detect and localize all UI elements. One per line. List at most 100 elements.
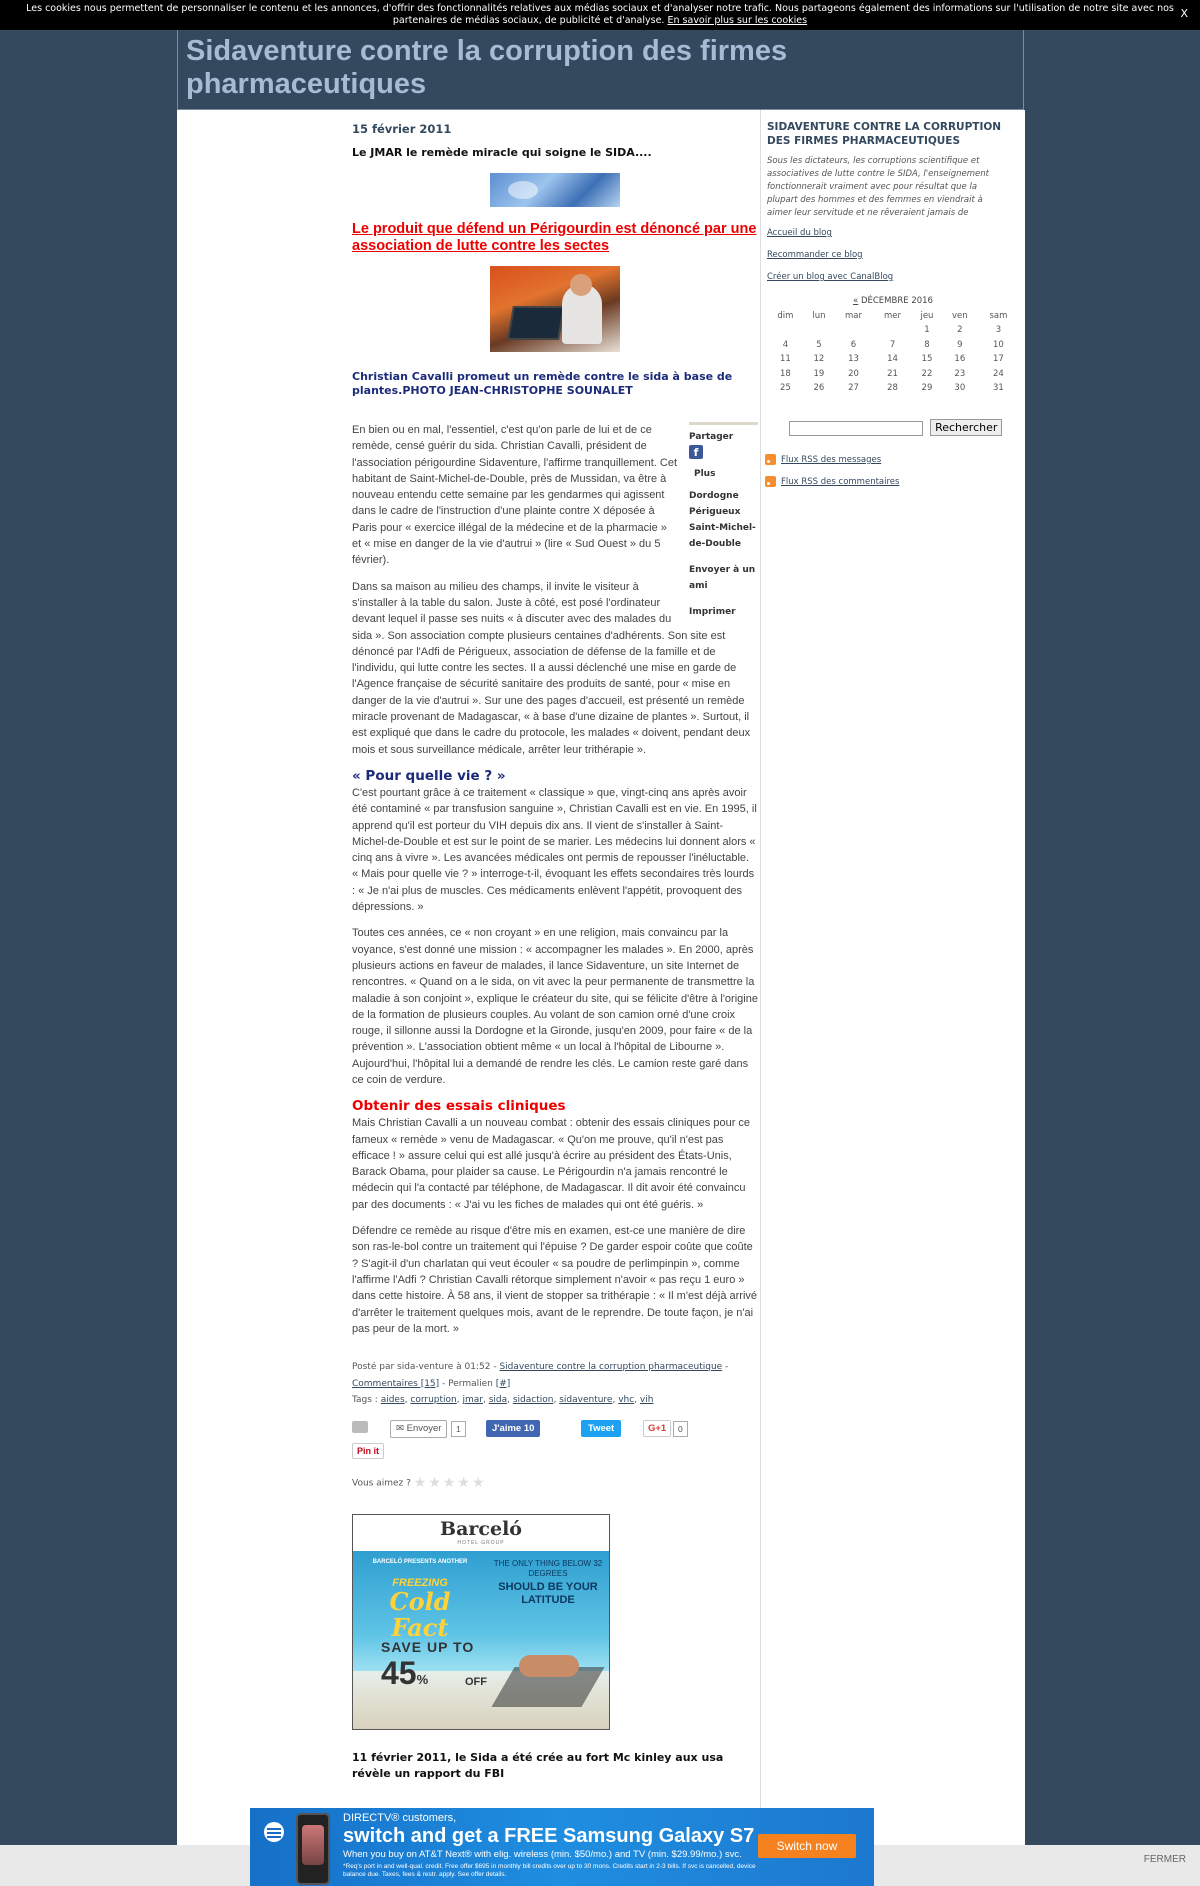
left-column — [177, 110, 337, 1845]
category-link[interactable]: Sidaventure contre la corruption pharmac… — [499, 1362, 722, 1372]
calendar-day — [767, 323, 804, 338]
rating-row: Vous aimez ? ★★★★★ — [352, 1475, 758, 1491]
weekday: jeu — [920, 310, 934, 321]
rss-messages-link[interactable]: Flux RSS des messages — [765, 454, 881, 465]
recommend-link[interactable]: Recommander ce blog — [767, 250, 863, 260]
create-blog-link[interactable]: Créer un blog avec CanalBlog — [767, 272, 893, 282]
home-link[interactable]: Accueil du blog — [767, 228, 832, 238]
photo-head — [570, 274, 592, 296]
comments-link[interactable]: Commentaires [15] — [352, 1379, 439, 1389]
weekday: mer — [884, 310, 902, 321]
share-tag[interactable]: Dordogne — [689, 488, 758, 504]
search-input[interactable] — [789, 420, 923, 436]
calendar-day: 24 — [992, 368, 1004, 379]
calendar-weekdays: dim lun mar mer jeu ven sam — [767, 309, 1019, 324]
cookie-text: Les cookies nous permettent de personnal… — [26, 3, 1174, 26]
facebook-like-button[interactable]: J'aime 10 — [486, 1419, 541, 1437]
google-plus-count: 0 — [673, 1420, 688, 1437]
calendar-day: 29 — [921, 383, 933, 394]
tag-link[interactable]: corruption — [410, 1395, 456, 1405]
photo-computer — [507, 306, 565, 340]
star-rating-icons[interactable]: ★★★★★ — [414, 1475, 487, 1491]
next-post-title[interactable]: 11 février 2011, le Sida a été crée au f… — [352, 1750, 758, 1782]
headline-link[interactable]: Le produit que défend un Périgourdin est… — [352, 221, 758, 255]
switch-now-button[interactable]: Switch now — [758, 1834, 856, 1858]
ad-presents: BARCELÓ PRESENTS ANOTHER — [372, 1558, 468, 1565]
tweet-button[interactable]: Tweet — [581, 1419, 622, 1437]
calendar-day: 31 — [992, 383, 1004, 394]
calendar-day — [804, 323, 834, 338]
email-share-button[interactable]: ✉ Envoyer — [390, 1419, 448, 1438]
calendar-month: DÉCEMBRE 2016 — [858, 296, 933, 307]
calendar-week: 25 26 27 28 29 30 31 — [767, 381, 1019, 396]
calendar-week: 18 19 20 21 22 23 24 — [767, 367, 1019, 382]
meta-separator: - — [722, 1362, 729, 1373]
calendar-day: 15 — [921, 354, 933, 365]
tag-link[interactable]: vhc — [618, 1395, 634, 1405]
calendar-day: 1 — [924, 325, 930, 336]
share-more-link[interactable]: Plus — [689, 466, 758, 482]
tag-link[interactable]: jmar — [462, 1395, 482, 1405]
share-box: Partager f Plus Dordogne Périgueux Saint… — [689, 422, 758, 620]
tag-link[interactable]: sida — [489, 1395, 507, 1405]
photo-caption: Christian Cavalli promeut un remède cont… — [352, 370, 733, 397]
send-friend-link[interactable]: Envoyer à un ami — [689, 562, 758, 594]
calendar-day: 25 — [780, 383, 791, 394]
print-icon[interactable] — [352, 1420, 368, 1433]
ad-sunbather — [519, 1654, 579, 1677]
calendar-week: 11 12 13 14 15 16 17 — [767, 352, 1019, 367]
search-form: Rechercher — [789, 416, 1003, 436]
blog-header: Sidaventure contre la corruption des fir… — [177, 30, 1024, 110]
subheading-essais-cliniques: Obtenir des essais cliniques — [352, 1098, 566, 1115]
phone-image — [296, 1813, 330, 1885]
calendar-day: 4 — [782, 339, 789, 350]
permalink[interactable]: [#] — [496, 1379, 511, 1389]
weekday: dim — [777, 310, 794, 321]
page-container: Sidaventure contre la corruption des fir… — [177, 30, 1025, 1845]
calendar-day: 27 — [848, 383, 859, 394]
close-ad-button[interactable]: FERMER — [1144, 1854, 1186, 1865]
calendar-day: 21 — [887, 368, 898, 379]
print-link[interactable]: Imprimer — [689, 604, 758, 620]
directv-banner-ad[interactable]: DIRECTV® customers, switch and get a FRE… — [250, 1808, 874, 1886]
post-main: 15 février 2011 Le JMAR le remède miracl… — [352, 122, 758, 1782]
calendar-day: 22 — [921, 368, 933, 379]
facebook-icon[interactable]: f — [689, 445, 703, 459]
cookie-close-button[interactable]: X — [1180, 8, 1188, 20]
share-tag[interactable]: Saint-Michel-de-Double — [689, 520, 758, 552]
ad-save-up-to: SAVE UP TO — [381, 1638, 475, 1655]
calendar-day: 26 — [813, 383, 825, 394]
tag-link[interactable]: sidaventure — [559, 1395, 612, 1405]
banner-line-1: DIRECTV® customers, — [343, 1812, 457, 1824]
article-photo — [490, 266, 620, 352]
cookie-more-link[interactable]: En savoir plus sur les cookies — [668, 15, 808, 26]
tag-link[interactable]: aides — [381, 1395, 405, 1405]
calendar-day: 23 — [954, 368, 966, 379]
social-share-row: ✉ Envoyer 1 J'aime 10 Tweet G+1 0 — [352, 1419, 758, 1439]
blog-title[interactable]: Sidaventure contre la corruption des fir… — [186, 35, 946, 101]
ad-tagline-2: SHOULD BE YOUR LATITUDE — [498, 1580, 598, 1606]
ad-percentage-value: 45 — [381, 1654, 417, 1691]
email-share-label: Envoyer — [406, 1422, 442, 1434]
sidebar-title: SIDAVENTURE CONTRE LA CORRUPTION DES FIR… — [767, 121, 1002, 147]
calendar-day: 8 — [924, 339, 930, 350]
pinterest-button[interactable]: Pin it — [352, 1442, 384, 1459]
rss-comments-link[interactable]: Flux RSS des commentaires — [765, 476, 899, 487]
post-date: 15 février 2011 — [352, 122, 452, 136]
tag-link[interactable]: sidaction — [513, 1395, 554, 1405]
calendar-day: 28 — [887, 383, 898, 394]
article-paragraph: Défendre ce remède au risque d'être mis … — [352, 1225, 758, 1335]
ad-cold-fact: Cold Fact — [389, 1586, 451, 1642]
post-title[interactable]: Le JMAR le remède miracle qui soigne le … — [352, 146, 758, 159]
google-plus-button[interactable]: G+1 — [643, 1419, 672, 1437]
search-button[interactable]: Rechercher — [930, 419, 1003, 436]
tag-link[interactable]: vih — [640, 1395, 654, 1405]
barcelo-ad[interactable]: Barceló HOTEL GROUP BARCELÓ PRESENTS ANO… — [352, 1513, 610, 1730]
calendar-week: 1 2 3 — [767, 323, 1019, 338]
post-meta: Posté par sida-venture à 01:52 - Sidaven… — [352, 1362, 729, 1406]
sidebar-description: Sous les dictateurs, les corruptions sci… — [767, 156, 989, 218]
calendar-week: 4 5 6 7 8 9 10 — [767, 338, 1019, 353]
calendar-title: « DÉCEMBRE 2016 — [767, 294, 1019, 309]
share-tag[interactable]: Périgueux — [689, 504, 758, 520]
calendar-day: 10 — [992, 339, 1004, 350]
